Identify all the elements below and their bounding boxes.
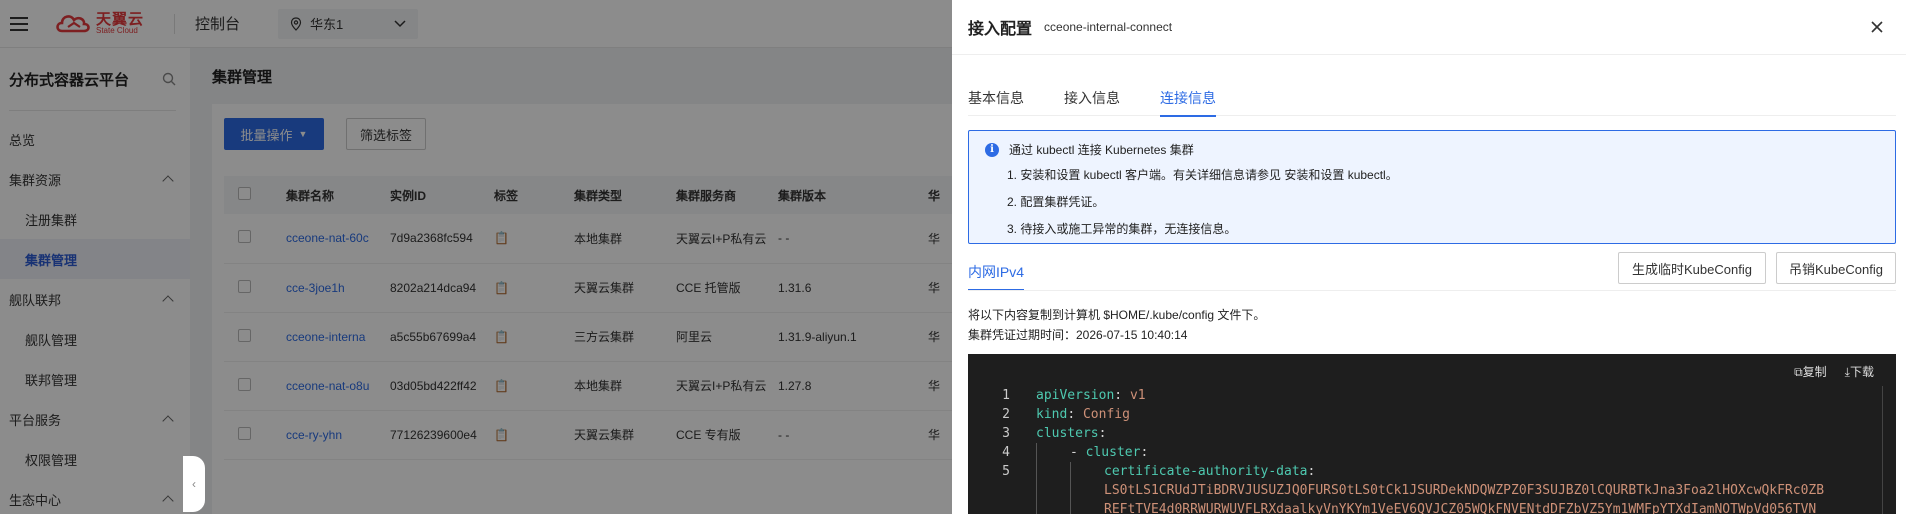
code-line: 4 - cluster: bbox=[968, 443, 1896, 462]
line-number: 3 bbox=[1002, 426, 1010, 441]
yaml-key: kind bbox=[1036, 407, 1068, 422]
subtab-divider bbox=[968, 290, 1896, 291]
code-line: 3 clusters: bbox=[968, 424, 1896, 443]
info-heading: 通过 kubectl 连接 Kubernetes 集群 bbox=[1009, 143, 1194, 157]
code-scrollbar[interactable] bbox=[1882, 386, 1896, 514]
drawer-subtitle: cceone-internal-connect bbox=[1044, 20, 1173, 34]
sidebar-collapse-handle[interactable]: ‹ bbox=[183, 456, 205, 512]
drawer-title: 接入配置 bbox=[968, 21, 1033, 38]
line-number: 4 bbox=[1002, 445, 1010, 460]
drawer-header: 接入配置 cceone-internal-connect bbox=[952, 0, 1906, 55]
cert-data-line: REFtTVE4d0RRWURWUVFLRXdaalkyVnYKYm1VeEV6… bbox=[1104, 502, 1817, 514]
code-line: 2 kind: Config bbox=[968, 405, 1896, 424]
info-icon: i bbox=[985, 142, 999, 157]
kubeconfig-code-block: ⧉复制 ⤓下载 1 apiVersion: v1 2 kind: Config … bbox=[968, 354, 1896, 514]
credential-expiry: 集群凭证过期时间：2026-07-15 10:40:14 bbox=[968, 328, 1188, 342]
info-alert: i 通过 kubectl 连接 Kubernetes 集群 1. 安装和设置 k… bbox=[968, 130, 1896, 244]
yaml-key: clusters bbox=[1036, 426, 1099, 441]
info-line: 3. 待接入或施工异常的集群，无连接信息。 bbox=[1007, 222, 1237, 236]
download-button[interactable]: ⤓下载 bbox=[1845, 363, 1874, 380]
copy-button[interactable]: ⧉复制 bbox=[1794, 363, 1827, 380]
tab-intranet-ipv4[interactable]: 内网IPv4 bbox=[968, 262, 1025, 291]
yaml-value: v1 bbox=[1129, 388, 1146, 403]
modal-overlay[interactable] bbox=[0, 0, 952, 514]
drawer-tabs: 基本信息 接入信息 连接信息 bbox=[968, 76, 1896, 117]
code-line: 5 certificate-authority-data: bbox=[968, 462, 1896, 481]
generate-kubeconfig-button[interactable]: 生成临时KubeConfig bbox=[1618, 252, 1766, 284]
tab-access-info[interactable]: 接入信息 bbox=[1064, 76, 1120, 116]
copy-icon: ⧉ bbox=[1794, 365, 1803, 379]
yaml-key: certificate-authority-data bbox=[1104, 464, 1308, 479]
line-number: 5 bbox=[1002, 464, 1010, 479]
code-line: 1 apiVersion: v1 bbox=[968, 386, 1896, 405]
info-line: 2. 配置集群凭证。 bbox=[1007, 195, 1105, 209]
download-label: 下载 bbox=[1849, 365, 1874, 379]
code-line: REFtTVE4d0RRWURWUVFLRXdaalkyVnYKYm1VeEV6… bbox=[968, 500, 1896, 514]
line-number: 1 bbox=[1002, 388, 1010, 403]
yaml-key: apiVersion bbox=[1036, 388, 1115, 403]
code-lines[interactable]: 1 apiVersion: v1 2 kind: Config 3 cluste… bbox=[968, 386, 1896, 514]
copy-label: 复制 bbox=[1802, 365, 1827, 379]
revoke-kubeconfig-button[interactable]: 吊销KubeConfig bbox=[1776, 252, 1896, 284]
yaml-key: cluster bbox=[1085, 445, 1141, 460]
chevron-left-icon: ‹ bbox=[192, 477, 196, 491]
copy-instruction: 将以下内容复制到计算机 $HOME/.kube/config 文件下。 bbox=[968, 308, 1266, 322]
tab-connection-info[interactable]: 连接信息 bbox=[1160, 76, 1216, 117]
yaml-value: Config bbox=[1082, 407, 1130, 422]
close-icon[interactable] bbox=[1870, 20, 1884, 34]
tab-basic-info[interactable]: 基本信息 bbox=[968, 76, 1024, 116]
cert-data-line: LS0tLS1CRUdJTiBDRVJUSUZJQ0FURS0tLS0tCk1J… bbox=[1104, 483, 1825, 498]
access-config-drawer: 接入配置 cceone-internal-connect 基本信息 接入信息 连… bbox=[952, 0, 1906, 514]
info-line: 1. 安装和设置 kubectl 客户端。有关详细信息请参见 安装和设置 kub… bbox=[1007, 168, 1398, 182]
line-number: 2 bbox=[1002, 407, 1010, 422]
code-line: LS0tLS1CRUdJTiBDRVJUSUZJQ0FURS0tLS0tCk1J… bbox=[968, 481, 1896, 500]
